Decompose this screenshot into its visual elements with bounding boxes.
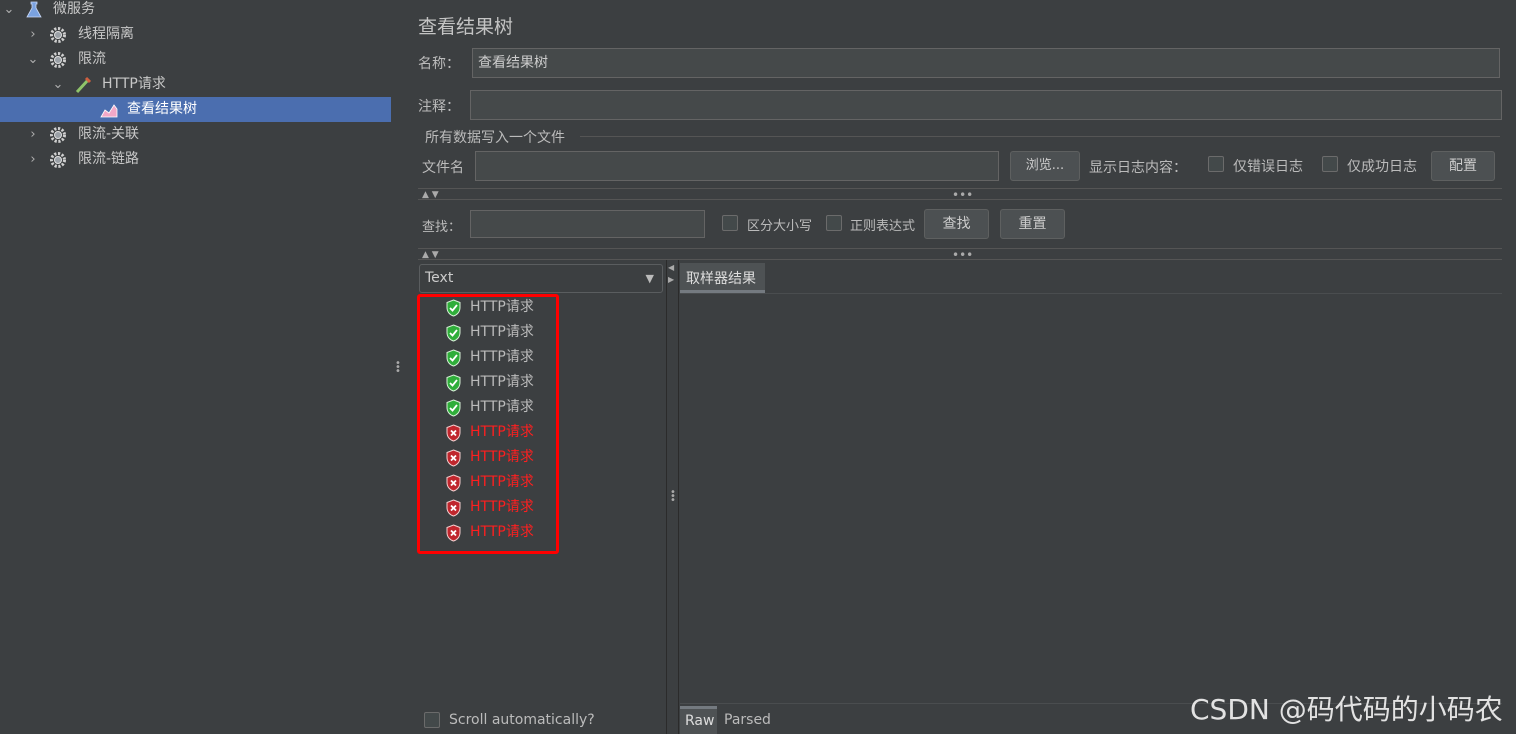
watermark: CSDN @码代码的小码农 <box>1190 693 1503 726</box>
tree-item-microservice[interactable]: ⌄ 微服务 <box>0 0 391 22</box>
flask-icon <box>26 1 42 18</box>
name-input[interactable]: 查看结果树 <box>472 48 1500 78</box>
highlight-box <box>417 294 559 554</box>
tab-label: 取样器结果 <box>686 271 756 287</box>
tree-item-rate-limit-association[interactable]: › 限流-关联 <box>0 122 391 147</box>
reset-button[interactable]: 重置 <box>1000 209 1065 239</box>
search-input[interactable] <box>470 210 705 238</box>
browse-button[interactable]: 浏览... <box>1010 151 1080 181</box>
filename-input[interactable] <box>475 151 999 181</box>
configure-button[interactable]: 配置 <box>1431 151 1495 181</box>
tab-raw[interactable]: Raw <box>680 706 717 734</box>
case-sensitive-checkbox[interactable] <box>722 215 738 231</box>
chevron-down-icon[interactable]: ⌄ <box>51 72 65 97</box>
tree-item-label: HTTP请求 <box>102 76 166 92</box>
gear-icon <box>50 127 66 143</box>
tab-label: Raw <box>685 713 715 729</box>
comment-input[interactable] <box>470 90 1502 120</box>
expand-arrows-icon[interactable]: ◀ ▶ <box>668 262 676 286</box>
name-label: 名称： <box>418 56 460 72</box>
tree-item-label: 限流-关联 <box>78 126 140 142</box>
test-plan-tree: ⌄ 微服务 › 线程隔离 ⌄ 限流 ⌄ HTTP请求 查看结果树 › 限流-关联… <box>0 0 392 734</box>
log-content-label: 显示日志内容： <box>1089 160 1187 176</box>
scroll-automatically-label: Scroll automatically? <box>449 712 595 728</box>
tab-parsed[interactable]: Parsed <box>724 712 771 728</box>
renderer-select[interactable]: Text ▼ <box>419 264 663 293</box>
tree-item-rate-limit[interactable]: ⌄ 限流 <box>0 47 391 72</box>
chevron-down-icon[interactable]: ⌄ <box>26 47 40 72</box>
case-sensitive-label: 区分大小写 <box>747 219 813 234</box>
errors-only-checkbox[interactable] <box>1208 156 1224 172</box>
drag-handle-icon[interactable]: • • • <box>394 359 402 377</box>
gear-icon <box>50 152 66 168</box>
page-title: 查看结果树 <box>418 16 514 38</box>
tree-item-http-request[interactable]: ⌄ HTTP请求 <box>0 72 391 97</box>
tree-item-label: 限流-链路 <box>78 151 140 167</box>
tree-item-rate-limit-chain[interactable]: › 限流-链路 <box>0 147 391 172</box>
comment-label: 注释： <box>418 99 460 115</box>
chevron-right-icon[interactable]: › <box>26 122 40 147</box>
dropdown-arrow-icon: ▼ <box>645 272 654 285</box>
search-label: 查找： <box>422 220 462 235</box>
tree-item-label: 限流 <box>78 51 106 67</box>
vertical-drag-handle-icon[interactable]: • • • <box>669 488 677 506</box>
chevron-down-icon[interactable]: ⌄ <box>2 0 16 22</box>
scroll-automatically-checkbox[interactable] <box>424 712 440 728</box>
file-section-title: 所有数据写入一个文件 <box>425 130 565 146</box>
tree-item-label: 线程隔离 <box>78 26 134 42</box>
errors-only-label: 仅错误日志 <box>1233 159 1303 175</box>
tree-item-view-results-tree[interactable]: 查看结果树 <box>0 97 391 122</box>
renderer-select-value: Text <box>425 270 454 286</box>
divider <box>418 259 1502 260</box>
tree-item-label: 微服务 <box>53 1 95 17</box>
success-only-label: 仅成功日志 <box>1347 159 1417 175</box>
horizontal-drag-handle-icon[interactable]: ••• <box>952 188 973 202</box>
gear-icon <box>50 27 66 43</box>
results-divider <box>666 260 667 734</box>
chevron-right-icon[interactable]: › <box>26 147 40 172</box>
tab-sampler-result[interactable]: 取样器结果 <box>680 263 765 293</box>
pipette-icon <box>75 76 92 94</box>
gear-icon <box>50 52 66 68</box>
tree-item-thread-isolation[interactable]: › 线程隔离 <box>0 22 391 47</box>
regex-label: 正则表达式 <box>850 219 916 234</box>
section-border <box>580 136 1500 137</box>
horizontal-drag-handle-icon[interactable]: ••• <box>952 248 973 262</box>
find-button[interactable]: 查找 <box>924 209 989 239</box>
tab-underline <box>680 293 1502 294</box>
tree-item-label: 查看结果树 <box>127 101 197 117</box>
chart-icon <box>100 104 118 118</box>
success-only-checkbox[interactable] <box>1322 156 1338 172</box>
results-divider <box>678 260 679 734</box>
filename-label: 文件名 <box>422 160 464 176</box>
regex-checkbox[interactable] <box>826 215 842 231</box>
chevron-right-icon[interactable]: › <box>26 22 40 47</box>
split-pane-divider[interactable]: • • • <box>391 0 415 734</box>
divider <box>418 199 1502 200</box>
